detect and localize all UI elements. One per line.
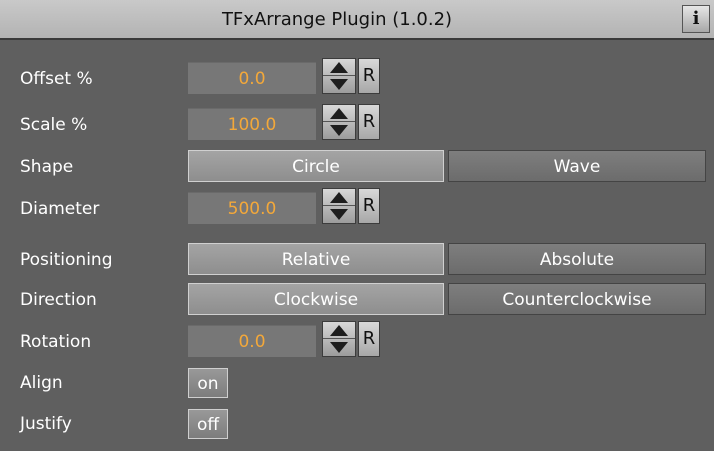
diameter-reset-button[interactable]: R: [358, 188, 380, 224]
shape-option-wave[interactable]: Wave: [448, 150, 706, 182]
scale-reset-button[interactable]: R: [358, 104, 380, 140]
offset-label: Offset %: [20, 69, 93, 89]
scale-input[interactable]: 100.0: [188, 108, 316, 140]
offset-input[interactable]: 0.0: [188, 62, 316, 94]
arrow-down-icon[interactable]: [330, 342, 348, 353]
rotation-reset-button[interactable]: R: [358, 321, 380, 357]
justify-toggle[interactable]: off: [188, 409, 228, 439]
scale-label: Scale %: [20, 115, 88, 135]
direction-option-counterclockwise[interactable]: Counterclockwise: [448, 283, 706, 315]
info-icon[interactable]: i: [682, 5, 710, 33]
positioning-label: Positioning: [20, 250, 113, 270]
positioning-option-relative[interactable]: Relative: [188, 243, 444, 275]
arrow-down-icon[interactable]: [330, 125, 348, 136]
positioning-option-absolute[interactable]: Absolute: [448, 243, 706, 275]
offset-reset-button[interactable]: R: [358, 58, 380, 94]
diameter-label: Diameter: [20, 199, 100, 219]
diameter-input[interactable]: 500.0: [188, 192, 316, 224]
arrow-down-icon[interactable]: [330, 209, 348, 220]
arrow-up-icon[interactable]: [330, 62, 348, 73]
arrow-up-icon[interactable]: [330, 108, 348, 119]
align-label: Align: [20, 373, 63, 393]
rotation-input[interactable]: 0.0: [188, 325, 316, 357]
direction-label: Direction: [20, 290, 97, 310]
diameter-spinner-icon[interactable]: [322, 188, 356, 224]
scale-spinner-icon[interactable]: [322, 104, 356, 140]
arrow-up-icon[interactable]: [330, 192, 348, 203]
window-title: TFxArrange Plugin (1.0.2): [221, 9, 453, 30]
justify-label: Justify: [20, 414, 72, 434]
rotation-label: Rotation: [20, 332, 92, 352]
align-toggle[interactable]: on: [188, 368, 228, 398]
arrow-down-icon[interactable]: [330, 79, 348, 90]
shape-label: Shape: [20, 157, 74, 177]
rotation-spinner-icon[interactable]: [322, 321, 356, 357]
title-bar: TFxArrange Plugin (1.0.2) i: [0, 0, 714, 40]
arrow-up-icon[interactable]: [330, 325, 348, 336]
direction-option-clockwise[interactable]: Clockwise: [188, 283, 444, 315]
offset-spinner-icon[interactable]: [322, 58, 356, 94]
shape-option-circle[interactable]: Circle: [188, 150, 444, 182]
